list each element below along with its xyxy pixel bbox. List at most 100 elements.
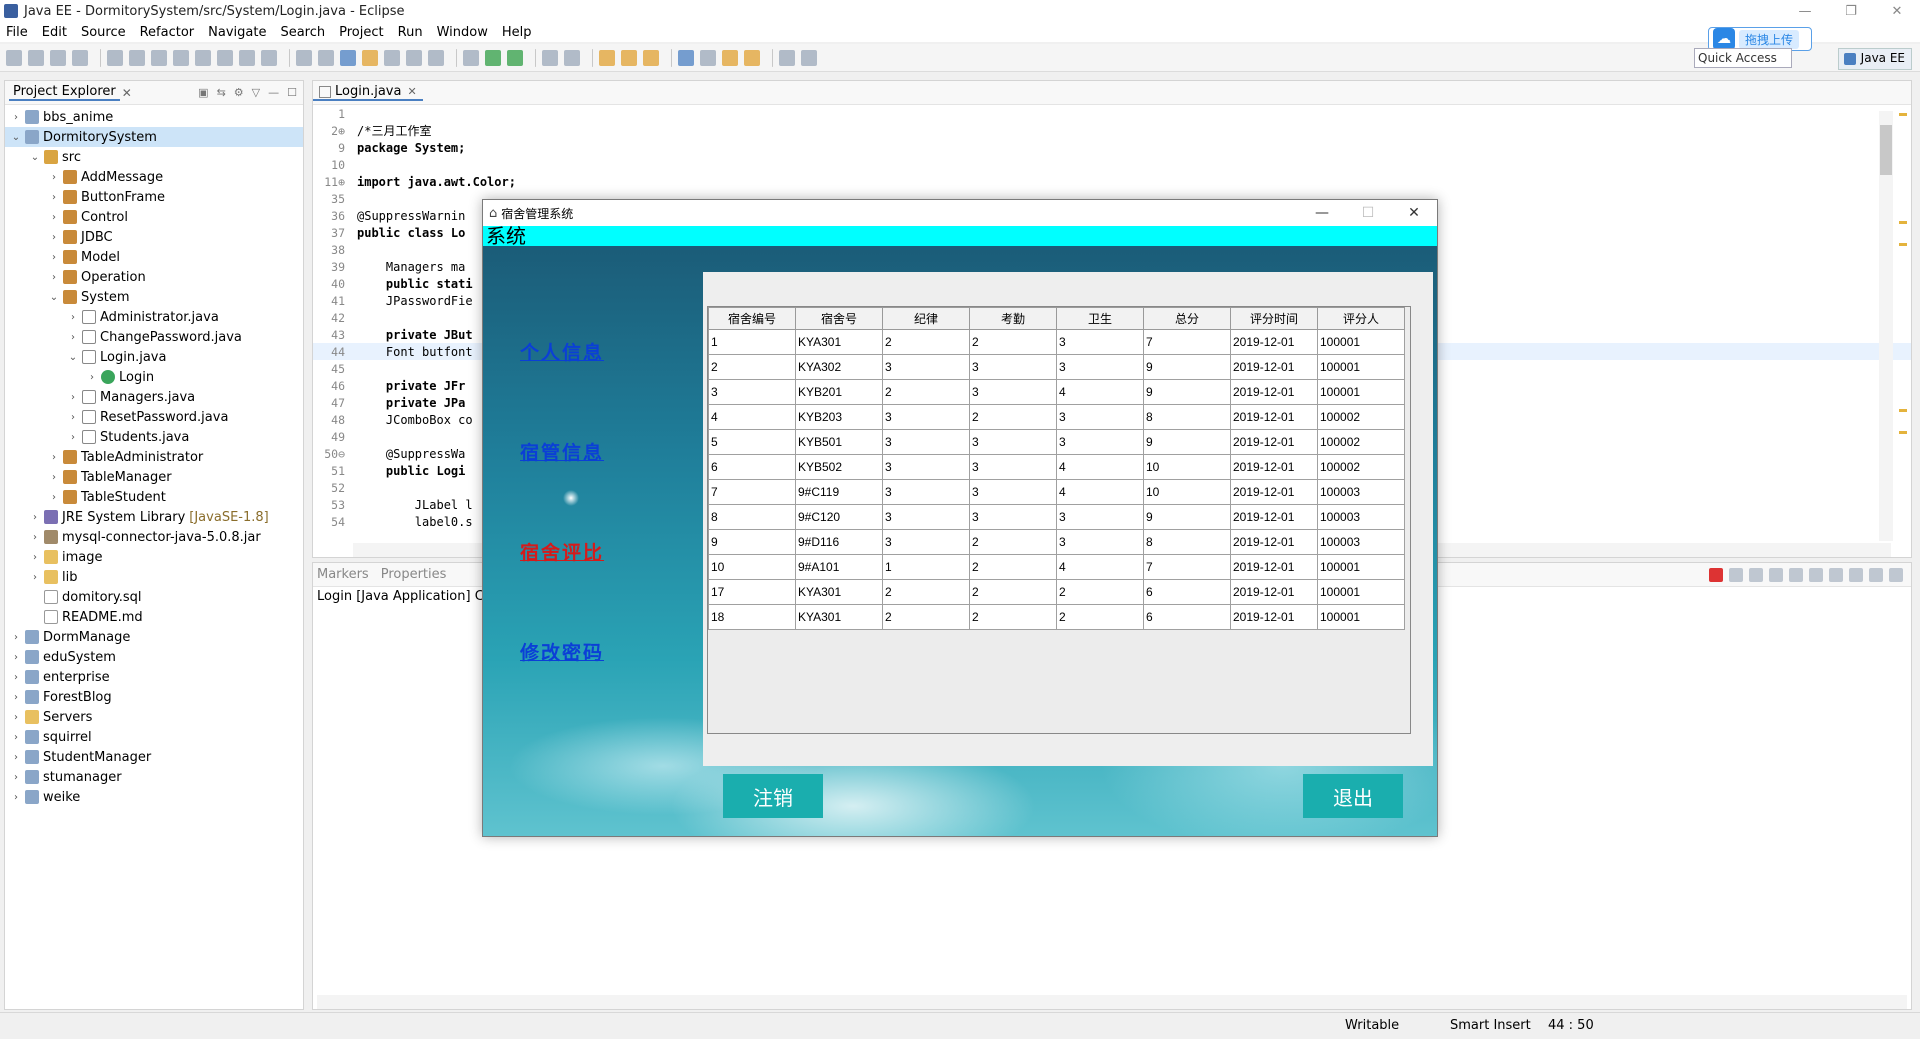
table-cell[interactable]: 100002: [1317, 404, 1405, 430]
nav-manager-info[interactable]: 宿管信息: [520, 438, 604, 465]
table-row[interactable]: 10 9#A101 1 2 4 7 2019-12-01 100001: [708, 554, 1405, 580]
table-cell[interactable]: 9: [1143, 354, 1231, 380]
code-line[interactable]: 9 package System;: [313, 139, 1911, 156]
word-wrap-icon[interactable]: [1789, 567, 1803, 582]
chevron-down-icon[interactable]: ⌄: [9, 132, 23, 143]
minimize-icon[interactable]: —: [1782, 0, 1828, 22]
warning-marker[interactable]: [1899, 431, 1907, 434]
table-cell[interactable]: 3: [1056, 529, 1144, 555]
table-cell[interactable]: 9: [1143, 379, 1231, 405]
table-row[interactable]: 7 9#C119 3 3 4 10 2019-12-01 100003: [708, 479, 1405, 505]
project-explorer-tab[interactable]: Project Explorer: [9, 84, 120, 101]
collapse-all-icon[interactable]: ▣: [198, 86, 208, 99]
table-cell[interactable]: 9#C120: [795, 504, 883, 530]
table-cell[interactable]: 3: [1056, 329, 1144, 355]
table-cell[interactable]: 2019-12-01: [1230, 329, 1318, 355]
suspend-icon[interactable]: [151, 49, 167, 66]
tree-item[interactable]: ⌄ System: [5, 287, 303, 307]
tree-item[interactable]: › ChangePassword.java: [5, 327, 303, 347]
tab-markers[interactable]: Markers: [317, 567, 369, 582]
table-cell[interactable]: KYB201: [795, 379, 883, 405]
show-whitespace-icon[interactable]: [428, 49, 444, 66]
chevron-right-icon[interactable]: ›: [47, 272, 61, 283]
chevron-right-icon[interactable]: ›: [9, 732, 23, 743]
table-cell[interactable]: 2019-12-01: [1230, 579, 1318, 605]
table-cell[interactable]: KYB203: [795, 404, 883, 430]
table-cell[interactable]: 6: [708, 454, 796, 480]
table-cell[interactable]: 3: [882, 354, 970, 380]
tree-item[interactable]: › ResetPassword.java: [5, 407, 303, 427]
tree-item[interactable]: ⌄ src: [5, 147, 303, 167]
tree-item[interactable]: › Control: [5, 207, 303, 227]
table-cell[interactable]: 2: [882, 579, 970, 605]
tree-item[interactable]: › squirrel: [5, 727, 303, 747]
chevron-right-icon[interactable]: ›: [9, 672, 23, 683]
column-header[interactable]: 总分: [1143, 307, 1231, 330]
tree-item[interactable]: › Managers.java: [5, 387, 303, 407]
code-line[interactable]: 1: [313, 105, 1911, 122]
table-cell[interactable]: 2019-12-01: [1230, 379, 1318, 405]
table-cell[interactable]: 7: [708, 479, 796, 505]
chevron-right-icon[interactable]: ›: [28, 552, 42, 563]
table-cell[interactable]: 3: [969, 479, 1057, 505]
warning-marker[interactable]: [1899, 221, 1907, 224]
table-row[interactable]: 4 KYB203 3 2 3 8 2019-12-01 100002: [708, 404, 1405, 430]
table-cell[interactable]: 9#D116: [795, 529, 883, 555]
step-return-icon[interactable]: [261, 49, 277, 66]
quick-access-input[interactable]: Quick Access: [1694, 48, 1792, 68]
debug-icon[interactable]: [463, 49, 479, 66]
view-menu-icon[interactable]: ▽: [252, 86, 260, 99]
menu-source[interactable]: Source: [81, 25, 126, 40]
chevron-right-icon[interactable]: ›: [66, 432, 80, 443]
close-icon[interactable]: ✕: [122, 86, 132, 100]
new-java-project-icon[interactable]: [542, 49, 558, 66]
table-cell[interactable]: 9#A101: [795, 554, 883, 580]
tree-item[interactable]: › Students.java: [5, 427, 303, 447]
table-cell[interactable]: 10: [1143, 454, 1231, 480]
tree-item[interactable]: › TableAdministrator: [5, 447, 303, 467]
table-row[interactable]: 6 KYB502 3 3 4 10 2019-12-01 100002: [708, 454, 1405, 480]
table-cell[interactable]: 3: [969, 379, 1057, 405]
restore-icon[interactable]: ❐: [1828, 0, 1874, 22]
menu-file[interactable]: File: [6, 25, 28, 40]
chevron-down-icon[interactable]: ⌄: [28, 152, 42, 163]
maximize-icon[interactable]: ☐: [1345, 200, 1391, 226]
code-line[interactable]: 11⊕ import java.awt.Color;: [313, 173, 1911, 190]
menu-navigate[interactable]: Navigate: [208, 25, 266, 40]
disconnect-icon[interactable]: [195, 49, 211, 66]
save-icon[interactable]: [28, 49, 44, 66]
maximize-icon[interactable]: ☐: [287, 86, 297, 99]
print-icon[interactable]: [72, 49, 88, 66]
tree-item[interactable]: › JDBC: [5, 227, 303, 247]
step-into-icon[interactable]: [217, 49, 233, 66]
table-cell[interactable]: 2: [969, 554, 1057, 580]
table-cell[interactable]: 100003: [1317, 529, 1405, 555]
table-cell[interactable]: 4: [1056, 479, 1144, 505]
table-cell[interactable]: 100001: [1317, 379, 1405, 405]
warning-marker[interactable]: [1899, 409, 1907, 412]
table-cell[interactable]: 2: [969, 579, 1057, 605]
table-row[interactable]: 5 KYB501 3 3 3 9 2019-12-01 100002: [708, 429, 1405, 455]
table-cell[interactable]: 2: [882, 329, 970, 355]
table-cell[interactable]: 17: [708, 579, 796, 605]
table-cell[interactable]: 100001: [1317, 354, 1405, 380]
table-scroll-pane[interactable]: 宿舍编号 宿舍号 纪律 考勤 卫生 总分 评分时间 评分人 1 KYA301 2 2 3 7 2019-1…: [707, 306, 1411, 734]
editor-vertical-scrollbar[interactable]: [1879, 111, 1893, 541]
run-external-icon[interactable]: [507, 49, 523, 66]
chevron-right-icon[interactable]: ›: [47, 172, 61, 183]
table-cell[interactable]: 2019-12-01: [1230, 504, 1318, 530]
chevron-right-icon[interactable]: ›: [9, 772, 23, 783]
tree-item[interactable]: › Login: [5, 367, 303, 387]
close-icon[interactable]: ✕: [1391, 200, 1437, 226]
table-cell[interactable]: 7: [1143, 329, 1231, 355]
table-cell[interactable]: 18: [708, 604, 796, 630]
minimize-icon[interactable]: —: [1299, 200, 1345, 226]
open-type-icon[interactable]: [318, 49, 334, 66]
chevron-right-icon[interactable]: ›: [47, 252, 61, 263]
tree-item[interactable]: › lib: [5, 567, 303, 587]
column-header[interactable]: 纪律: [882, 307, 970, 330]
table-cell[interactable]: 2: [969, 604, 1057, 630]
chevron-right-icon[interactable]: ›: [9, 792, 23, 803]
table-cell[interactable]: 3: [1056, 504, 1144, 530]
pin-console-icon[interactable]: [1809, 567, 1823, 582]
